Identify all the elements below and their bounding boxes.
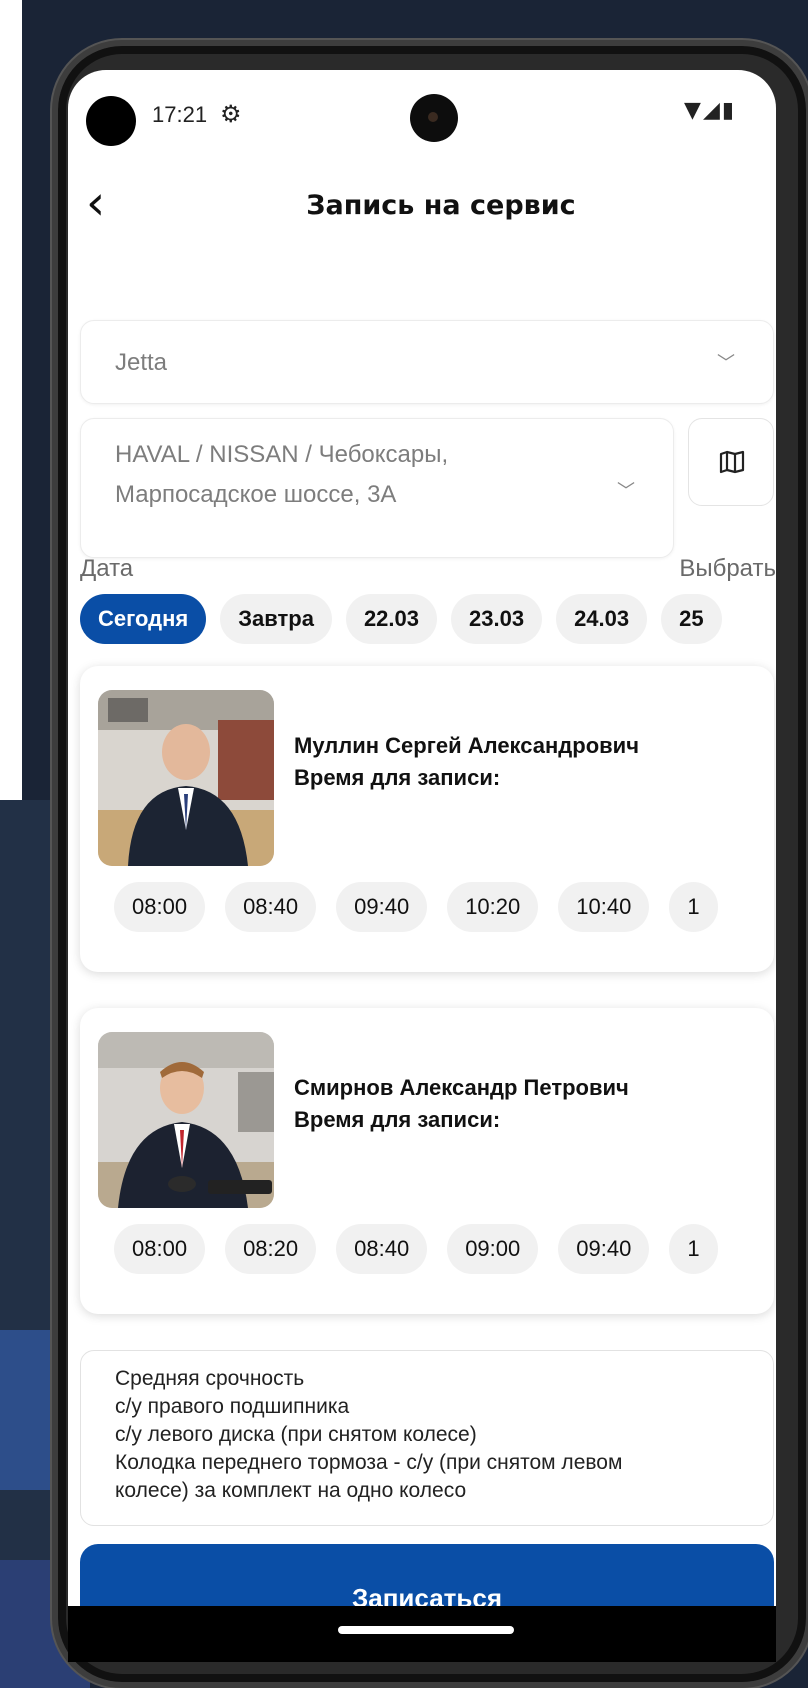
comment-field[interactable]: Средняя срочность с/у правого подшипника… (80, 1350, 774, 1526)
dealer-select-line1: HAVAL / NISSAN / Чебоксары, (115, 441, 449, 468)
home-indicator[interactable] (338, 1626, 514, 1634)
time-slot[interactable]: 10:40 (558, 882, 650, 932)
time-slot[interactable]: 08:40 (336, 1224, 428, 1274)
specialist-photo (98, 690, 274, 866)
status-indicators: ▼◢▮ (684, 98, 736, 123)
front-camera (410, 94, 458, 142)
dealer-select-line2: Марпосадское шоссе, 3А (115, 481, 397, 508)
date-chip[interactable]: 25 (661, 594, 722, 644)
date-label: Дата (80, 555, 134, 582)
car-select-value: Jetta (115, 349, 168, 376)
status-bar: 17:21 ⚙ ▼◢▮ (68, 70, 776, 150)
chevron-down-icon: ﹀ (717, 353, 735, 374)
date-chip[interactable]: Завтра (220, 594, 332, 644)
time-slot[interactable]: 09:40 (558, 1224, 650, 1274)
time-slot[interactable]: 08:00 (114, 882, 206, 932)
time-slot[interactable]: 08:20 (225, 1224, 317, 1274)
date-chip[interactable]: 22.03 (345, 594, 437, 644)
time-slot[interactable]: 1 (669, 882, 718, 932)
status-time: 17:21 (152, 102, 208, 127)
comment-line: колесе) за комплект на одно колесо (115, 1479, 467, 1502)
time-label: Время для записи: (294, 765, 501, 790)
gear-icon: ⚙ (220, 100, 242, 128)
navigation-bar (68, 1606, 776, 1662)
dealer-select[interactable]: HAVAL / NISSAN / Чебоксары, Марпосадское… (80, 418, 674, 558)
page-title: Запись на сервис (306, 190, 576, 221)
comment-line: Средняя срочность (115, 1367, 305, 1390)
date-chips: Сегодня Завтра 22.03 23.03 24.03 25 (80, 594, 736, 644)
time-label: Время для записи: (294, 1107, 501, 1132)
car-select[interactable]: Jetta ﹀ (80, 320, 774, 404)
comment-line: с/у правого подшипника (115, 1395, 350, 1418)
comment-line: Колодка переднего тормоза - с/у (при сня… (115, 1451, 623, 1474)
date-pick-link[interactable]: Выбрать (679, 555, 776, 583)
specialist-name: Смирнов Александр Петрович (294, 1075, 629, 1100)
time-slots: 08:00 08:40 09:40 10:20 10:40 1 (114, 882, 738, 932)
specialist-name: Муллин Сергей Александрович (294, 733, 639, 758)
map-button[interactable] (688, 418, 774, 506)
date-chip[interactable]: Сегодня (80, 594, 207, 644)
comment-line: с/у левого диска (при снятом колесе) (115, 1423, 477, 1446)
time-slot[interactable]: 08:00 (114, 1224, 206, 1274)
chevron-down-icon: ﹀ (617, 481, 635, 502)
time-slot[interactable]: 1 (669, 1224, 718, 1274)
time-slot[interactable]: 10:20 (447, 882, 539, 932)
time-slots: 08:00 08:20 08:40 09:00 09:40 1 (114, 1224, 738, 1274)
app-screen: 17:21 ⚙ ▼◢▮ ‹ Запись на сервис Jetta ﹀ H… (68, 70, 776, 1660)
map-icon (719, 450, 745, 474)
time-slot[interactable]: 09:00 (447, 1224, 539, 1274)
time-slot[interactable]: 08:40 (225, 882, 317, 932)
comment-text: Средняя срочность с/у правого подшипника… (115, 1365, 749, 1505)
notification-dot (86, 96, 136, 146)
specialist-card: Муллин Сергей Александрович Время для за… (80, 666, 774, 972)
date-chip[interactable]: 24.03 (556, 594, 648, 644)
specialist-card: Смирнов Александр Петрович Время для зап… (80, 1008, 774, 1314)
specialist-photo (98, 1032, 274, 1208)
date-chip[interactable]: 23.03 (451, 594, 543, 644)
time-slot[interactable]: 09:40 (336, 882, 428, 932)
